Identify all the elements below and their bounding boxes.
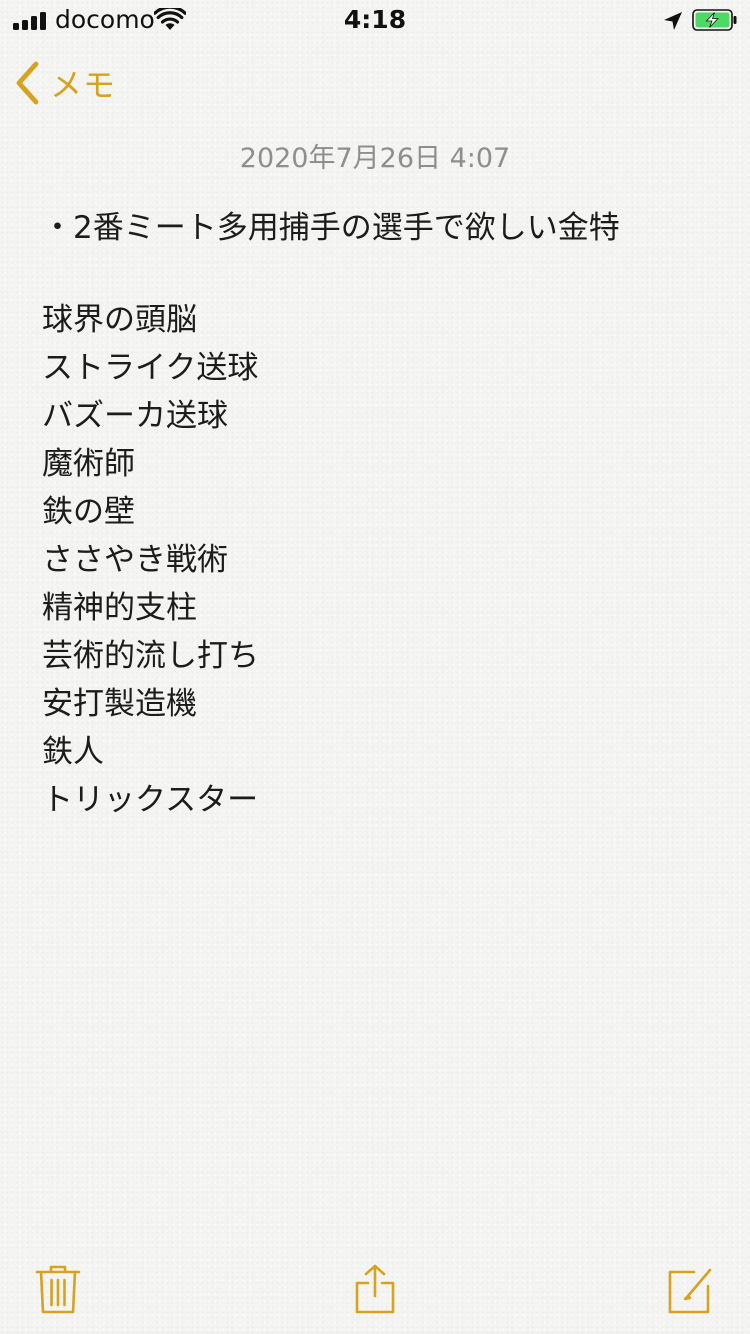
compose-icon (668, 1268, 712, 1314)
status-time: 4:18 (343, 5, 407, 34)
note-line: バズーカ送球 (42, 398, 228, 434)
status-bar: docomo 4:18 (0, 0, 750, 40)
compose-button[interactable] (664, 1262, 716, 1318)
trash-icon (35, 1265, 81, 1314)
note-date: 2020年7月26日 4:07 (239, 143, 511, 174)
share-button[interactable] (349, 1262, 401, 1318)
location-arrow-icon (664, 12, 682, 30)
note-line: 球界の頭脳 (42, 302, 197, 338)
note-line: ストライク送球 (42, 350, 259, 386)
note-line: 芸術的流し打ち (42, 638, 259, 674)
delete-note-button[interactable] (32, 1262, 84, 1318)
note-line: トリックスター (42, 782, 259, 818)
note-line: ささやき戦術 (42, 542, 228, 578)
back-button[interactable]: メモ (14, 58, 116, 108)
battery-charging-icon (692, 9, 737, 31)
note-line: 精神的支柱 (42, 590, 197, 626)
note-line: 鉄の壁 (42, 494, 135, 530)
note-line: 魔術師 (42, 446, 135, 482)
back-button-label: メモ (50, 66, 117, 104)
chevron-left-icon (16, 61, 39, 105)
note-line: 鉄人 (42, 734, 104, 770)
note-title[interactable]: ・2番ミート多用捕手の選手で欲しい金特 (42, 202, 620, 247)
note-line: 安打製造機 (42, 686, 197, 722)
note-body[interactable]: 球界の頭脳 ストライク送球 バズーカ送球 魔術師 鉄の壁 ささやき戦術 精神的支… (42, 296, 259, 824)
share-icon (355, 1264, 395, 1314)
